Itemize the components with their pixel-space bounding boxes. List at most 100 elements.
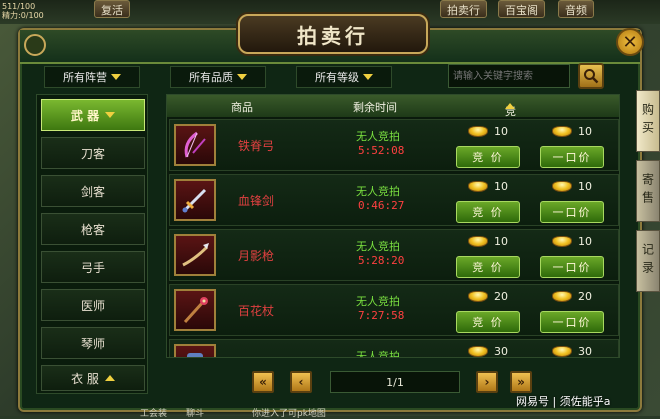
treasure-top-button[interactable]: 百宝阁 [498,0,545,18]
energy-text: 精力:0/100 [2,11,44,20]
search-button[interactable] [578,63,604,89]
gold-ingot-icon [552,236,572,247]
item-slot[interactable] [174,124,216,166]
close-button[interactable]: ✕ [616,28,644,56]
bid-price: 10 [494,180,508,193]
tab-buy[interactable]: 购买 [636,90,660,152]
bow-icon [184,131,206,158]
hp-text: 511/100 [2,2,36,11]
category-qin[interactable]: 琴师 [41,327,145,359]
buyout-button[interactable]: 一口价 [540,146,604,168]
gold-ingot-icon [552,181,572,192]
bid-status: 无人竞拍 [356,295,400,308]
chevron-down-icon [363,74,373,80]
chevron-up-icon [104,375,115,381]
item-name: 血锋剑 [238,194,275,208]
bottom-mid-text: 聊斗 [186,409,205,419]
spear-icon [182,243,209,267]
buyout-price: 10 [578,180,592,193]
revive-button[interactable]: 复活 [94,0,130,18]
header-item: 商品 [231,101,253,114]
side-tabs: 购买 寄售 记录 [636,90,660,310]
sword-icon [182,188,207,213]
bid-price: 10 [494,235,508,248]
bid-status: 无人竞拍 [356,185,400,198]
watermark: 网易号 | 须佐能乎a [516,395,611,408]
bid-price: 30 [494,345,508,358]
double-left-icon: « [259,375,267,389]
bid-price: 10 [494,125,508,138]
time-remaining: 0:46:27 [358,199,405,212]
bid-status: 无人竞拍 [356,130,400,143]
buyout-button[interactable]: 一口价 [540,256,604,278]
window-title: 拍卖行 [238,14,428,54]
gold-ingot-icon [468,181,488,192]
faction-filter-label: 所有阵营 [63,71,107,84]
category-spear[interactable]: 枪客 [41,213,145,245]
item-slot[interactable] [174,344,216,357]
right-arrow-icon: › [484,375,490,389]
bid-status: 无人竞拍 [356,240,400,253]
bottom-chat-text: 你进入了可pk地图 [252,409,326,419]
category-healer[interactable]: 医师 [41,289,145,321]
corner-ornament-left [24,34,46,56]
page-indicator: 1/1 [330,371,460,393]
quality-filter[interactable]: 所有品质 [170,66,266,88]
bid-price: 20 [494,290,508,303]
bottom-left-text: 工会装 [140,409,168,419]
category-blade[interactable]: 刀客 [41,137,145,169]
search-icon [584,69,599,84]
bid-button[interactable]: 竞 价 [456,256,520,278]
buyout-price: 10 [578,235,592,248]
chevron-down-icon [111,74,121,80]
table-row: 百花杖 无人竞拍 7:27:58 20 20 竞 价 一口价 [169,284,619,336]
gold-ingot-icon [468,346,488,357]
next-page-button[interactable]: › [476,371,498,393]
time-remaining: 5:28:20 [358,254,405,267]
bid-button[interactable]: 竞 价 [456,311,520,333]
level-filter[interactable]: 所有等级 [296,66,392,88]
audio-top-button[interactable]: 音频 [558,0,594,18]
auction-window: 拍卖行 ✕ 所有阵营 所有品质 所有等级 武 器 刀客 剑客 枪客 弓手 医师 … [18,14,644,412]
gold-ingot-icon [552,346,572,357]
tab-consign[interactable]: 寄售 [636,160,660,222]
chevron-down-icon [105,112,116,118]
bid-status: 无人竞拍 [356,350,400,358]
player-stats: 511/100 精力:0/100 [2,2,44,20]
buyout-price: 10 [578,125,592,138]
buyout-price: 30 [578,345,592,358]
staff-icon [183,297,208,324]
category-clothes[interactable]: 衣 服 [41,365,145,391]
table-row: 月影枪 无人竞拍 5:28:20 10 10 竞 价 一口价 [169,229,619,281]
item-name: 百花杖 [238,304,275,318]
category-weapon[interactable]: 武 器 [41,99,145,131]
buyout-button[interactable]: 一口价 [540,201,604,223]
item-name: 月影枪 [238,249,275,263]
table-header: 商品 剩余时间 竞拍价格 [167,95,619,166]
first-page-button[interactable]: « [252,371,274,393]
faction-filter[interactable]: 所有阵营 [44,66,140,88]
buyout-button[interactable]: 一口价 [540,311,604,333]
buyout-price: 20 [578,290,592,303]
item-slot[interactable] [174,234,216,276]
left-arrow-icon: ‹ [298,375,304,389]
bid-button[interactable]: 竞 价 [456,201,520,223]
auction-list: 商品 剩余时间 竞拍价格 铁脊弓 无人竞拍 5:52:08 10 10 [166,94,620,358]
category-sword[interactable]: 剑客 [41,175,145,207]
time-remaining: 5:52:08 [358,144,405,157]
tab-records[interactable]: 记录 [636,230,660,292]
item-name: 铁脊弓 [238,139,275,153]
search-input[interactable] [448,64,570,88]
item-slot[interactable] [174,289,216,331]
category-bow[interactable]: 弓手 [41,251,145,283]
auction-top-button[interactable]: 拍卖行 [440,0,487,18]
item-slot[interactable] [174,179,216,221]
title-bar: 拍卖行 ✕ [20,14,644,64]
category-label: 武 器 [70,108,100,123]
prev-page-button[interactable]: ‹ [290,371,312,393]
chevron-down-icon [237,74,247,80]
bid-button[interactable]: 竞 价 [456,146,520,168]
item-icon [187,353,203,357]
last-page-button[interactable]: » [510,371,532,393]
time-remaining: 7:27:58 [358,309,405,322]
